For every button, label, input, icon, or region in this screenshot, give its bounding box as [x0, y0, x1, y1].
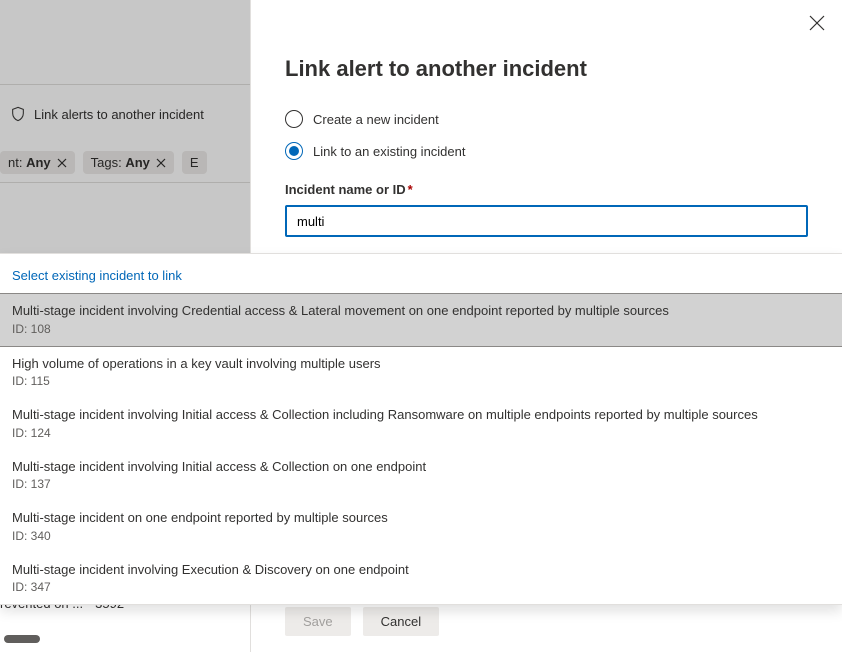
suggestion-title: Multi-stage incident involving Credentia…: [12, 302, 830, 320]
close-icon[interactable]: [808, 14, 826, 32]
suggestion-id: ID: 347: [12, 580, 830, 594]
radio-label: Create a new incident: [313, 112, 439, 127]
suggestion-item[interactable]: Multi-stage incident involving Execution…: [0, 553, 842, 605]
save-button[interactable]: Save: [285, 607, 351, 636]
radio-create-new-incident[interactable]: Create a new incident: [285, 110, 808, 128]
suggestion-title: Multi-stage incident on one endpoint rep…: [12, 509, 830, 527]
required-asterisk: *: [408, 182, 413, 197]
suggestion-title: Multi-stage incident involving Execution…: [12, 561, 830, 579]
scroll-indicator: [4, 635, 40, 643]
radio-link-existing-incident[interactable]: Link to an existing incident: [285, 142, 808, 160]
link-mode-radio-group: Create a new incident Link to an existin…: [285, 110, 808, 160]
incident-suggestions-dropdown: Select existing incident to link Multi-s…: [0, 253, 842, 605]
radio-label: Link to an existing incident: [313, 144, 465, 159]
radio-icon: [285, 110, 303, 128]
panel-title: Link alert to another incident: [285, 56, 808, 82]
incident-name-input[interactable]: [285, 205, 808, 237]
panel-footer: Save Cancel: [285, 607, 439, 636]
suggestion-title: Multi-stage incident involving Initial a…: [12, 458, 830, 476]
suggestion-item[interactable]: Multi-stage incident involving Initial a…: [0, 398, 842, 450]
suggestion-id: ID: 137: [12, 477, 830, 491]
suggestion-id: ID: 108: [12, 322, 830, 336]
suggestion-title: Multi-stage incident involving Initial a…: [12, 406, 830, 424]
incident-field-label: Incident name or ID*: [285, 182, 808, 197]
radio-icon: [285, 142, 303, 160]
suggestion-item[interactable]: Multi-stage incident involving Initial a…: [0, 450, 842, 502]
suggestion-item[interactable]: High volume of operations in a key vault…: [0, 347, 842, 399]
suggestion-item[interactable]: Multi-stage incident on one endpoint rep…: [0, 501, 842, 553]
suggestion-id: ID: 124: [12, 426, 830, 440]
suggestion-id: ID: 115: [12, 374, 830, 388]
modal-scrim: [0, 0, 250, 253]
suggestions-header: Select existing incident to link: [0, 254, 842, 293]
suggestion-item[interactable]: Multi-stage incident involving Credentia…: [0, 293, 842, 347]
suggestion-id: ID: 340: [12, 529, 830, 543]
suggestion-title: High volume of operations in a key vault…: [12, 355, 830, 373]
cancel-button[interactable]: Cancel: [363, 607, 439, 636]
